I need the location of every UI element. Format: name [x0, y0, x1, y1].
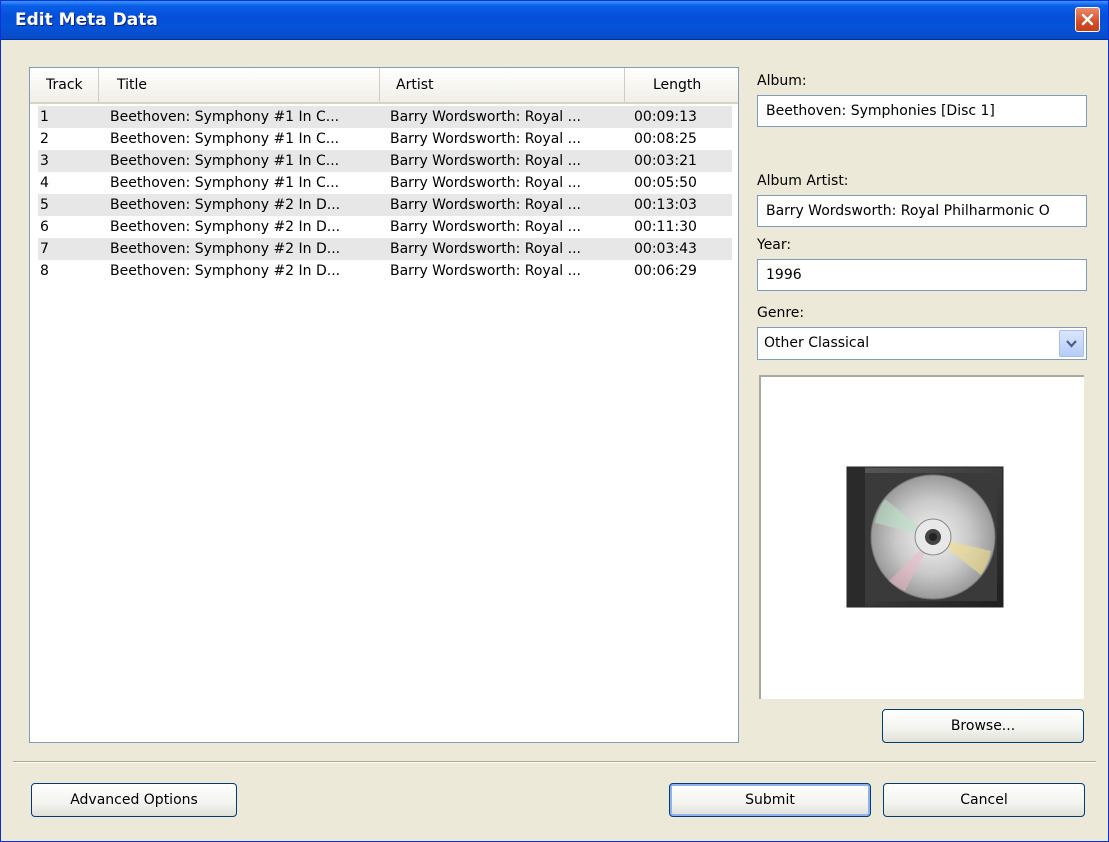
track-number: 4 [40, 175, 49, 191]
genre-label: Genre: [757, 305, 805, 321]
track-title: Beethoven: Symphony #2 In D... [110, 241, 341, 257]
track-row[interactable]: 2 Beethoven: Symphony #1 In C... Barry W… [38, 128, 732, 150]
track-length: 00:09:13 [634, 109, 697, 125]
album-artist-label: Album Artist: [757, 173, 849, 189]
window-title: Edit Meta Data [15, 10, 158, 30]
track-number: 6 [40, 219, 49, 235]
close-button[interactable] [1075, 7, 1100, 32]
close-icon [1081, 13, 1094, 26]
track-length: 00:05:50 [634, 175, 697, 191]
track-number: 2 [40, 131, 49, 147]
column-header-title[interactable]: Title [99, 68, 380, 102]
title-bar[interactable]: Edit Meta Data [1, 1, 1108, 40]
track-number: 1 [40, 109, 49, 125]
edit-meta-data-dialog: Edit Meta Data Track Title Artist Length… [0, 0, 1109, 842]
track-row[interactable]: 3 Beethoven: Symphony #1 In C... Barry W… [38, 150, 732, 172]
dialog-divider [13, 761, 1096, 763]
track-number: 3 [40, 153, 49, 169]
track-title: Beethoven: Symphony #1 In C... [110, 153, 340, 169]
track-row[interactable]: 4 Beethoven: Symphony #1 In C... Barry W… [38, 172, 732, 194]
track-artist: Barry Wordsworth: Royal ... [390, 263, 581, 279]
genre-select[interactable]: Other Classical [757, 327, 1087, 360]
chevron-down-icon [1066, 340, 1077, 348]
track-length: 00:03:21 [634, 153, 697, 169]
track-length: 00:13:03 [634, 197, 697, 213]
album-artist-input[interactable] [757, 195, 1087, 227]
track-length: 00:06:29 [634, 263, 697, 279]
track-artist: Barry Wordsworth: Royal ... [390, 131, 581, 147]
cancel-button[interactable]: Cancel [883, 783, 1085, 817]
column-header-length[interactable]: Length [625, 68, 733, 102]
track-number: 7 [40, 241, 49, 257]
album-input[interactable] [757, 95, 1087, 127]
album-label: Album: [757, 73, 807, 89]
track-artist: Barry Wordsworth: Royal ... [390, 219, 581, 235]
track-number: 8 [40, 263, 49, 279]
year-label: Year: [757, 237, 792, 253]
track-list[interactable]: Track Title Artist Length 1 Beethoven: S… [29, 67, 739, 743]
genre-dropdown-button[interactable] [1059, 330, 1084, 357]
track-length: 00:11:30 [634, 219, 697, 235]
track-row[interactable]: 8 Beethoven: Symphony #2 In D... Barry W… [38, 260, 732, 282]
track-length: 00:03:43 [634, 241, 697, 257]
track-number: 5 [40, 197, 49, 213]
track-artist: Barry Wordsworth: Royal ... [390, 109, 581, 125]
column-header-track[interactable]: Track [36, 68, 99, 102]
track-title: Beethoven: Symphony #1 In C... [110, 131, 340, 147]
track-title: Beethoven: Symphony #2 In D... [110, 197, 341, 213]
track-title: Beethoven: Symphony #1 In C... [110, 109, 340, 125]
track-artist: Barry Wordsworth: Royal ... [390, 241, 581, 257]
track-artist: Barry Wordsworth: Royal ... [390, 153, 581, 169]
advanced-options-button[interactable]: Advanced Options [31, 783, 237, 817]
track-title: Beethoven: Symphony #1 In C... [110, 175, 340, 191]
track-length: 00:08:25 [634, 131, 697, 147]
track-row[interactable]: 6 Beethoven: Symphony #2 In D... Barry W… [38, 216, 732, 238]
album-art-preview [759, 375, 1084, 699]
browse-button[interactable]: Browse... [882, 709, 1084, 743]
cd-case-icon [845, 465, 1005, 613]
track-row[interactable]: 1 Beethoven: Symphony #1 In C... Barry W… [38, 106, 732, 128]
track-list-header: Track Title Artist Length [30, 68, 738, 104]
track-artist: Barry Wordsworth: Royal ... [390, 175, 581, 191]
track-artist: Barry Wordsworth: Royal ... [390, 197, 581, 213]
track-title: Beethoven: Symphony #2 In D... [110, 263, 341, 279]
year-input[interactable] [757, 259, 1087, 291]
track-row[interactable]: 7 Beethoven: Symphony #2 In D... Barry W… [38, 238, 732, 260]
genre-selected-value: Other Classical [764, 335, 870, 351]
column-header-artist[interactable]: Artist [380, 68, 625, 102]
submit-button[interactable]: Submit [669, 783, 871, 817]
track-row[interactable]: 5 Beethoven: Symphony #2 In D... Barry W… [38, 194, 732, 216]
track-title: Beethoven: Symphony #2 In D... [110, 219, 341, 235]
